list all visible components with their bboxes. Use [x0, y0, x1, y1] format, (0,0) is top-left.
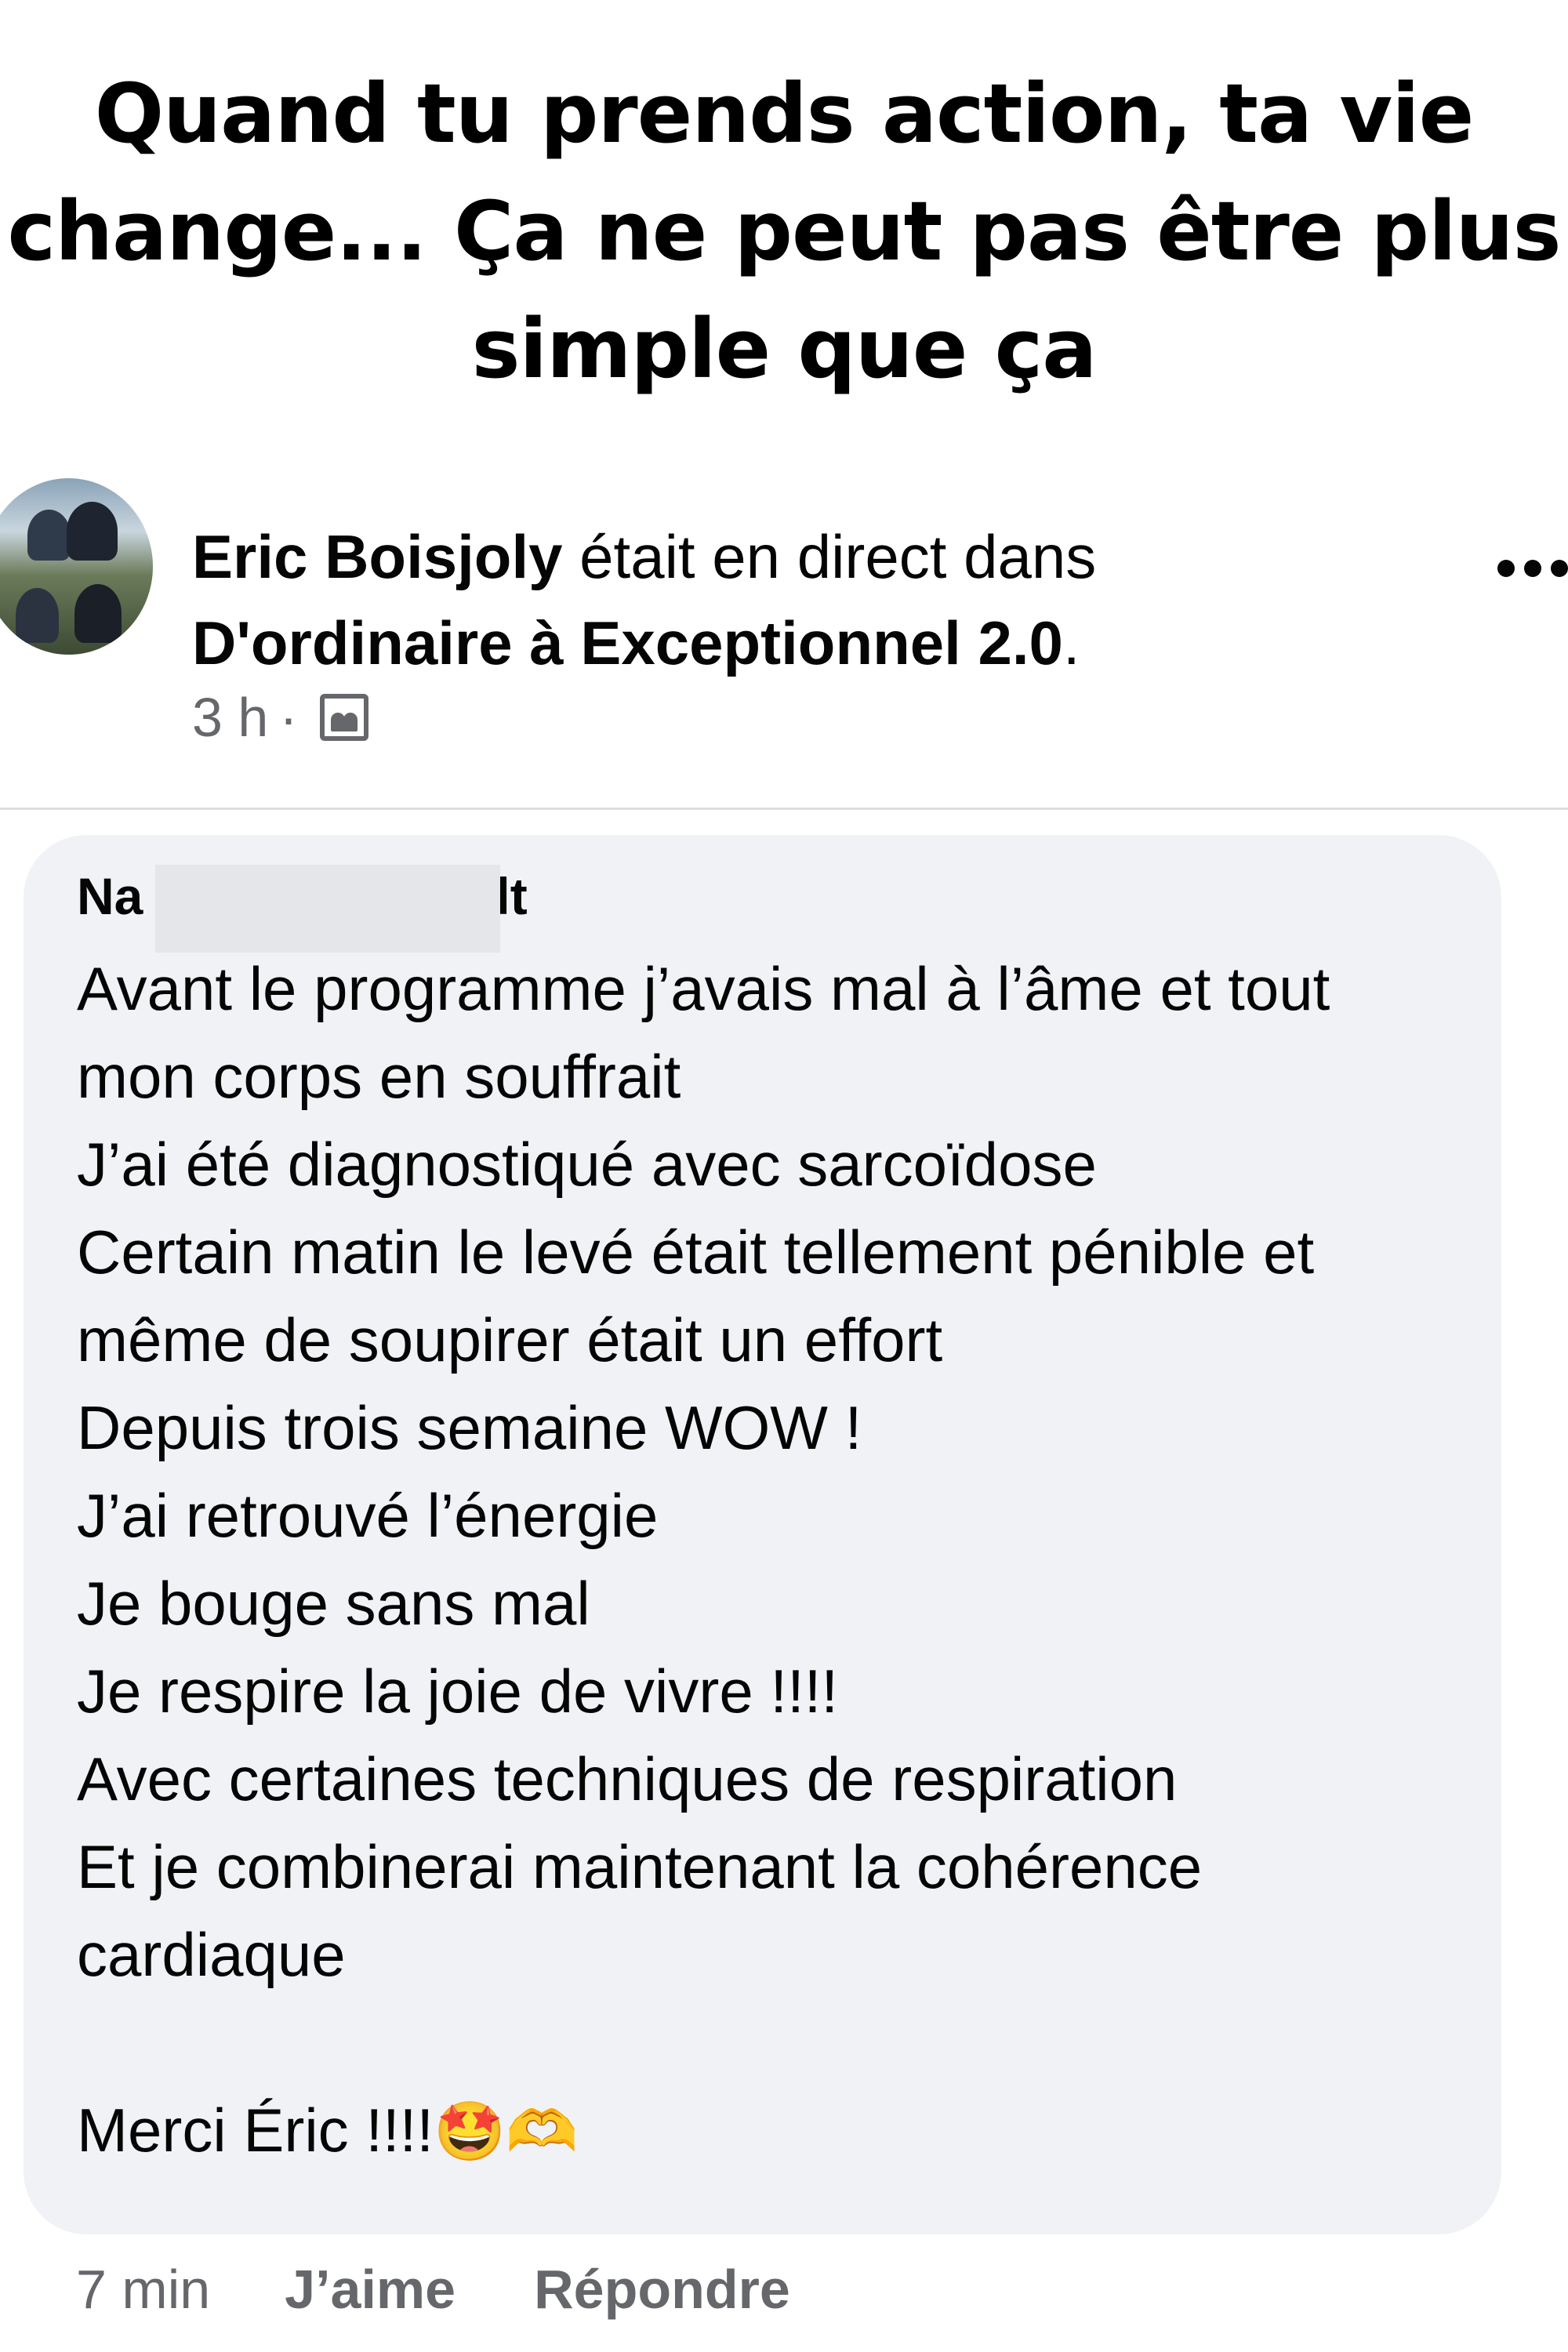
- comment-line: Avant le programme j’avais mal à l’âme e…: [77, 954, 1330, 1023]
- more-options-icon-dot: [1524, 560, 1541, 577]
- star-struck-heart-hands-emoji: 🤩🫶: [434, 2098, 579, 2165]
- group-suffix: .: [1062, 608, 1080, 677]
- comment-line: Certain matin le levé était tellement pé…: [77, 1218, 1315, 1287]
- like-button[interactable]: J’aime: [285, 2258, 456, 2321]
- author-avatar[interactable]: [0, 478, 153, 655]
- comment-line: Je respire la joie de vivre !!!!: [77, 1657, 839, 1726]
- more-options-icon: [1497, 560, 1515, 577]
- headline-line-3: simple que ça: [471, 301, 1098, 397]
- more-options-icon-dot: [1551, 560, 1568, 577]
- comment-author-prefix: Na: [77, 867, 143, 925]
- comment-line: cardiaque: [77, 1920, 346, 1989]
- comment-line: J’ai été diagnostiqué avec sarcoïdose: [77, 1130, 1097, 1199]
- meta-separator: ·: [279, 687, 298, 748]
- post-author-line: Eric Boisjoly était en direct dans D'ord…: [192, 514, 1486, 686]
- comment-line: Depuis trois semaine WOW !: [77, 1393, 862, 1462]
- post-timestamp[interactable]: 3 h: [192, 686, 268, 749]
- comment-line: même de soupirer était un effort: [77, 1305, 943, 1374]
- comment-timestamp[interactable]: 7 min: [76, 2258, 210, 2321]
- comment-line: Je bouge sans mal: [77, 1569, 590, 1638]
- comment-closing-line: Merci Éric !!!!🤩🫶: [77, 2086, 1472, 2176]
- group-icon: [319, 694, 368, 741]
- comment-author-suffix: lt: [495, 867, 528, 925]
- headline: Quand tu prends action, ta vie change...…: [0, 55, 1568, 408]
- post-action-text: était en direct dans: [562, 522, 1097, 591]
- post-meta: 3 h ·: [192, 686, 368, 749]
- comment-line-blank: ​: [77, 1998, 1472, 2086]
- redaction-block: [155, 865, 500, 953]
- comment-actions: 7 min J’aime Répondre: [76, 2258, 869, 2321]
- comment-line: mon corps en souffrait: [77, 1042, 681, 1111]
- comment-line: J’ai retrouvé l’énergie: [77, 1481, 659, 1550]
- reply-button[interactable]: Répondre: [534, 2258, 790, 2321]
- comment-body: Avant le programme j’avais mal à l’âme e…: [77, 945, 1472, 2176]
- group-name[interactable]: D'ordinaire à Exceptionnel 2.0: [192, 608, 1063, 677]
- more-options-button[interactable]: [1490, 553, 1568, 584]
- comment-closing-text: Merci Éric !!!!: [77, 2096, 434, 2165]
- headline-line-1: Quand tu prends action, ta vie: [94, 66, 1475, 162]
- comment-line: Et je combinerai maintenant la cohérence: [77, 1832, 1203, 1901]
- post-header: Eric Boisjoly était en direct dans D'ord…: [0, 478, 1568, 808]
- divider: [0, 808, 1568, 810]
- comment-bubble: Na lt Avant le programme j’avais mal à l’…: [24, 835, 1501, 2234]
- headline-line-2: change... Ça ne peut pas être plus: [7, 183, 1561, 279]
- comment-line: Avec certaines techniques de respiration: [77, 1744, 1178, 1813]
- author-name[interactable]: Eric Boisjoly: [192, 522, 563, 591]
